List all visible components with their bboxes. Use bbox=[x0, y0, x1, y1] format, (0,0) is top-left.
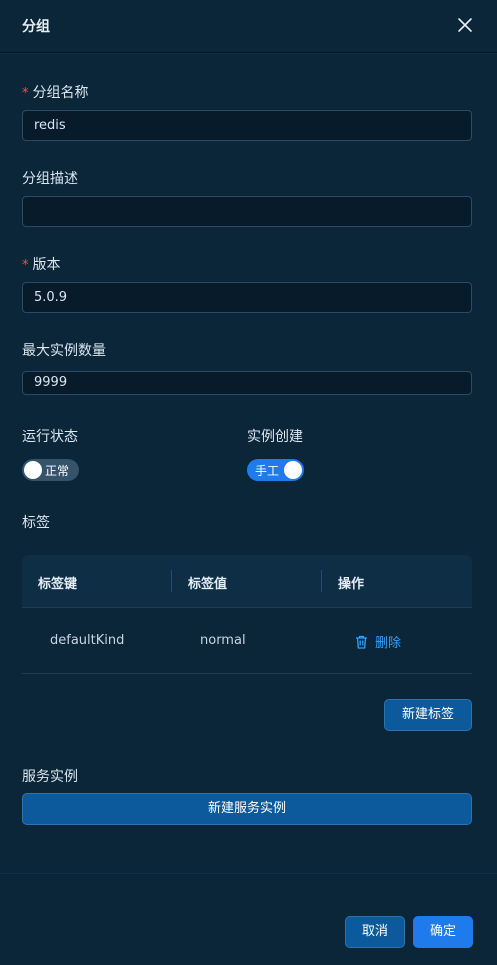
column-header-key: 标签键 bbox=[38, 577, 78, 592]
footer-divider bbox=[0, 873, 497, 874]
required-mark: * bbox=[22, 86, 29, 101]
max-instances-label: 最大实例数量 bbox=[22, 343, 106, 359]
instance-create-label: 实例创建 bbox=[247, 429, 303, 445]
toggle-knob bbox=[24, 461, 42, 479]
version-label: * 版本 bbox=[22, 257, 61, 273]
delete-tag-link[interactable]: 删除 bbox=[355, 632, 401, 651]
group-desc-label: 分组描述 bbox=[22, 171, 78, 187]
tags-label: 标签 bbox=[22, 515, 50, 531]
new-service-instance-button[interactable]: 新建服务实例 bbox=[22, 793, 472, 825]
drawer-title: 分组 bbox=[22, 19, 50, 35]
required-mark: * bbox=[22, 258, 29, 273]
version-input[interactable]: 5.0.9 bbox=[22, 282, 472, 313]
instance-create-toggle[interactable]: 手工 bbox=[247, 459, 304, 481]
column-header-value: 标签值 bbox=[188, 577, 228, 592]
tag-key-cell: defaultKind bbox=[50, 633, 125, 648]
group-drawer: 分组 * 分组名称 redis 分组描述 * 版本 5.0.9 最大实例数量 999… bbox=[0, 0, 497, 965]
confirm-button[interactable]: 确定 bbox=[413, 916, 473, 948]
column-header-action: 操作 bbox=[338, 577, 365, 592]
table-row: defaultKind normal 删除 bbox=[22, 609, 472, 674]
tag-value-cell: normal bbox=[200, 633, 246, 648]
toggle-knob bbox=[284, 461, 302, 479]
cancel-button[interactable]: 取消 bbox=[345, 916, 405, 948]
delete-label: 删除 bbox=[375, 636, 402, 651]
trash-icon bbox=[356, 635, 367, 649]
tags-table: 标签键 标签值 操作 defaultKind normal 删除 bbox=[22, 555, 472, 675]
service-instances-label: 服务实例 bbox=[22, 769, 78, 785]
group-desc-input[interactable] bbox=[22, 196, 472, 227]
close-icon[interactable] bbox=[455, 15, 475, 35]
max-instances-input[interactable]: 9999 bbox=[22, 371, 472, 395]
group-name-input[interactable]: redis bbox=[22, 110, 472, 141]
column-divider bbox=[321, 570, 322, 592]
new-tag-button[interactable]: 新建标签 bbox=[384, 699, 472, 731]
toggle-text: 正常 bbox=[45, 464, 70, 478]
column-divider bbox=[171, 570, 172, 592]
tags-table-header: 标签键 标签值 操作 bbox=[22, 555, 472, 608]
toggle-text: 手工 bbox=[255, 464, 280, 478]
drawer-header: 分组 bbox=[0, 0, 497, 53]
run-state-label: 运行状态 bbox=[22, 429, 78, 445]
run-state-toggle[interactable]: 正常 bbox=[22, 459, 79, 481]
group-name-label: * 分组名称 bbox=[22, 85, 89, 101]
